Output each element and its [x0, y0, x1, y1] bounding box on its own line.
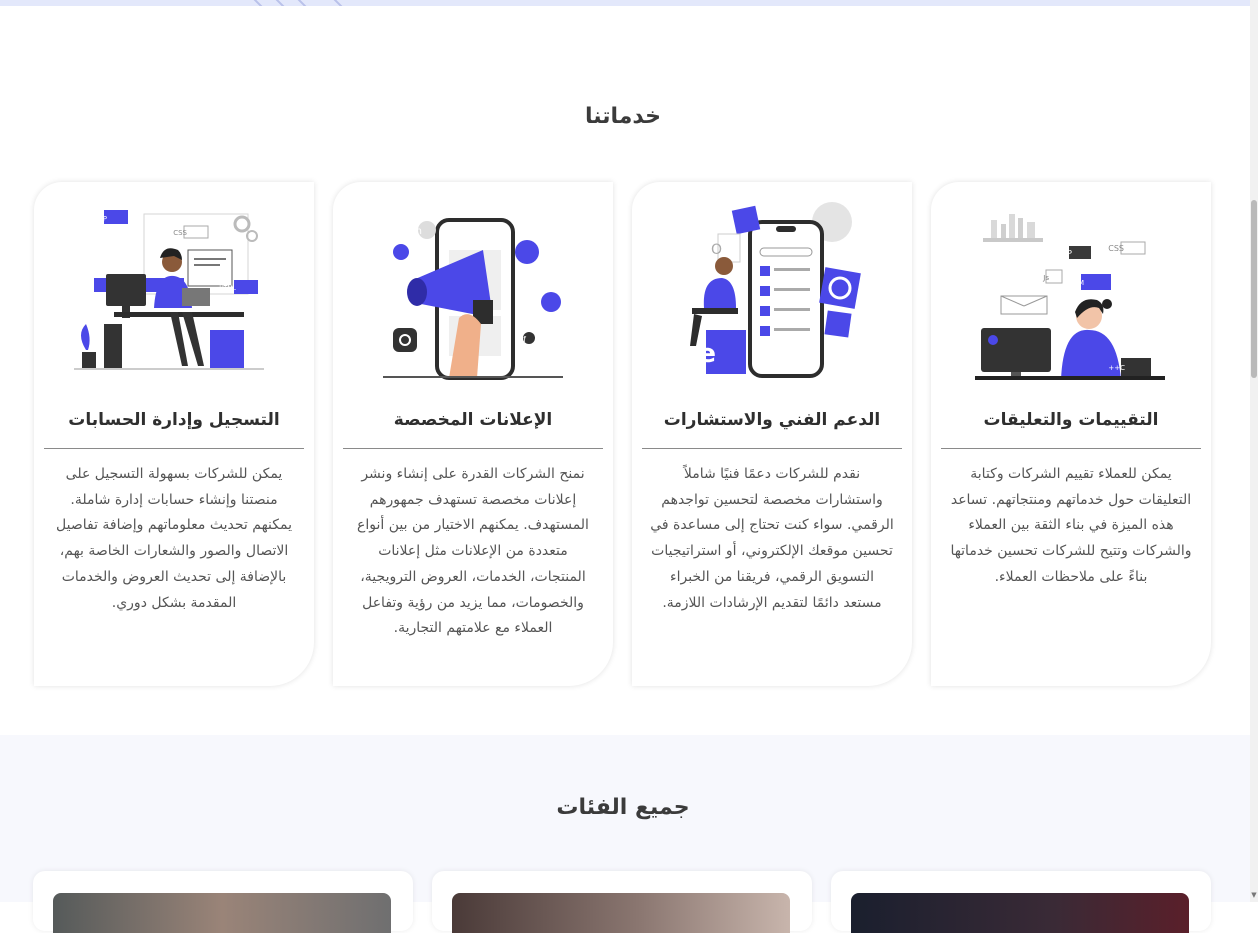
category-image-1[interactable] — [851, 893, 1189, 933]
svg-text:Js: Js — [1042, 274, 1049, 282]
service-card-support: O e الدعم الفني والاستشارات نقدم للشركات… — [632, 182, 912, 686]
service-card-ads: in f الإعلانات المخصصة نمنح الشركات القد… — [333, 182, 613, 686]
service-card-description: يمكن للعملاء تقييم الشركات وكتابة التعلي… — [950, 466, 1192, 585]
category-image-2[interactable] — [452, 893, 790, 933]
card-divider — [44, 448, 304, 449]
svg-text:e: e — [698, 339, 716, 369]
service-card-accounts: PHP CSS HTML التسجيل وإدارة الحسابات يمك… — [34, 182, 314, 686]
top-banner-edge — [0, 0, 1250, 6]
svg-text:f: f — [523, 335, 526, 344]
custom-ads-illustration: in f — [383, 218, 563, 380]
card-divider — [941, 448, 1201, 449]
service-card-title: التسجيل وإدارة الحسابات — [68, 410, 280, 430]
services-section-title: خدماتنا — [585, 104, 661, 129]
category-image-3[interactable] — [53, 893, 391, 933]
service-card-description: يمكن للشركات بسهولة التسجيل على منصتنا و… — [56, 466, 292, 611]
category-card[interactable] — [831, 871, 1211, 933]
account-management-illustration: PHP CSS HTML — [74, 210, 264, 370]
scroll-down-arrow-icon[interactable]: ▼ — [1250, 890, 1258, 900]
svg-text:HTML: HTML — [219, 285, 236, 292]
category-card[interactable] — [33, 871, 413, 933]
scrollbar-thumb[interactable] — [1251, 200, 1257, 378]
card-divider — [343, 448, 603, 449]
service-card-description: نقدم للشركات دعمًا فنيًا شاملاً واستشارا… — [650, 466, 894, 611]
service-card-title: الإعلانات المخصصة — [393, 410, 553, 430]
category-card[interactable] — [432, 871, 812, 933]
svg-text:CSS: CSS — [173, 229, 187, 237]
service-card-reviews: PHP CSS HTLM Js C++ التقييمات والتعليقات… — [931, 182, 1211, 686]
categories-section: جميع الفئات — [0, 735, 1250, 933]
service-card-description: نمنح الشركات القدرة على إنشاء ونشر إعلان… — [357, 466, 589, 637]
svg-text:O: O — [711, 242, 722, 258]
svg-text:CSS: CSS — [1108, 244, 1124, 253]
service-card-title: التقييمات والتعليقات — [983, 410, 1159, 430]
svg-text:C++: C++ — [1108, 364, 1125, 372]
scrollbar[interactable]: ▼ — [1250, 0, 1258, 902]
card-divider — [642, 448, 902, 449]
svg-text:PHP: PHP — [1056, 249, 1072, 258]
svg-text:PHP: PHP — [93, 215, 107, 223]
svg-text:HTLM: HTLM — [1065, 279, 1084, 287]
categories-section-title: جميع الفئات — [556, 795, 690, 820]
technical-support-illustration: O e — [690, 202, 861, 378]
svg-text:in: in — [413, 226, 422, 237]
customer-reviews-illustration: PHP CSS HTLM Js C++ — [975, 214, 1165, 380]
service-card-title: الدعم الفني والاستشارات — [663, 410, 881, 430]
